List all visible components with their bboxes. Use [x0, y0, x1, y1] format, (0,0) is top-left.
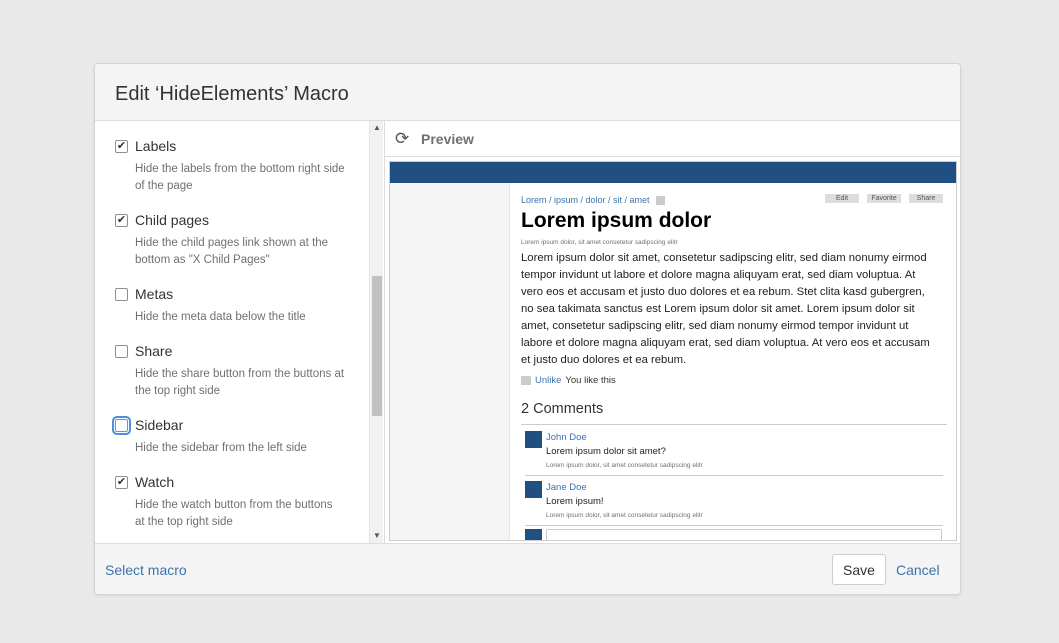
preview-content: Lorem / ipsum / dolor / sit / amet Edit …	[521, 183, 951, 540]
breadcrumb-text: Lorem / ipsum / dolor / sit / amet	[521, 195, 650, 205]
avatar	[525, 529, 542, 540]
share-checkbox[interactable]	[115, 345, 128, 358]
page-meta: Lorem ipsum dolor, sit amet consetetur s…	[521, 239, 678, 246]
save-button[interactable]: Save	[832, 554, 886, 585]
dialog-title: Edit ‘HideElements’ Macro	[115, 83, 349, 105]
comment-meta: Lorem ipsum dolor, sit amet consetetur s…	[546, 512, 703, 519]
option-label: Watch	[135, 474, 175, 490]
avatar	[525, 481, 542, 498]
options-scrollbar[interactable]: ▲ ▼	[369, 121, 383, 543]
refresh-icon[interactable]: ⟳	[395, 130, 409, 147]
comments-divider	[521, 424, 947, 425]
option-description: Hide the meta data below the title	[135, 311, 306, 323]
scrollbar-thumb[interactable]	[372, 276, 382, 416]
preview-pane: ⟳ Preview Lorem / ipsum / dolor / sit / …	[384, 121, 960, 543]
dialog-footer: Select macro Save Cancel	[95, 543, 960, 594]
preview-favorite-button: Favorite	[867, 194, 901, 203]
page-title: Lorem ipsum dolor	[521, 209, 712, 232]
select-macro-link[interactable]: Select macro	[105, 562, 187, 578]
child-pages-checkbox[interactable]: ✔	[115, 214, 128, 227]
options-list: ✔ Labels Hide the labels from the bottom…	[95, 121, 383, 543]
comment-item: Jane Doe Lorem ipsum! Lorem ipsum dolor,…	[525, 476, 943, 526]
cancel-button[interactable]: Cancel	[896, 562, 940, 578]
dialog-header: Edit ‘HideElements’ Macro	[95, 64, 960, 121]
option-label: Sidebar	[135, 417, 184, 433]
option-description: Hide the share button from the buttons a…	[135, 368, 345, 397]
comment-author: John Doe	[546, 432, 587, 443]
preview-title: Preview	[421, 131, 474, 147]
comment-item: John Doe Lorem ipsum dolor sit amet? Lor…	[525, 426, 943, 476]
watch-checkbox[interactable]: ✔	[115, 476, 128, 489]
comment-text: Lorem ipsum!	[546, 496, 604, 507]
sidebar-checkbox[interactable]	[112, 416, 131, 435]
option-description: Hide the sidebar from the left side	[135, 442, 307, 454]
reply-input	[546, 529, 942, 540]
comments-heading: 2 Comments	[521, 401, 604, 417]
option-label: Labels	[135, 138, 177, 154]
labels-checkbox[interactable]: ✔	[115, 140, 128, 153]
preview-sidebar	[390, 183, 510, 540]
scroll-up-arrow-icon[interactable]: ▲	[370, 121, 384, 135]
scroll-down-arrow-icon[interactable]: ▼	[370, 529, 384, 543]
breadcrumb: Lorem / ipsum / dolor / sit / amet	[521, 195, 665, 206]
page-body: Lorem ipsum dolor sit amet, consetetur s…	[521, 252, 930, 366]
comment-divider	[525, 525, 943, 526]
you-like-text: You like this	[565, 375, 616, 386]
option-description: Hide the labels from the bottom right si…	[135, 163, 345, 192]
preview-frame: Lorem / ipsum / dolor / sit / amet Edit …	[389, 161, 957, 541]
preview-share-button: Share	[909, 194, 943, 203]
option-label: Child pages	[135, 212, 209, 228]
option-label: Metas	[135, 286, 174, 302]
like-icon	[521, 375, 531, 385]
option-label: Share	[135, 343, 173, 359]
avatar	[525, 431, 542, 448]
preview-topbar	[390, 162, 956, 183]
unlike-link: Unlike	[535, 375, 562, 386]
metas-checkbox[interactable]	[115, 288, 128, 301]
comment-author: Jane Doe	[546, 482, 587, 493]
macro-dialog: Edit ‘HideElements’ Macro ✔ Labels Hide …	[94, 63, 961, 595]
preview-header: ⟳ Preview	[385, 121, 960, 157]
breadcrumb-icon	[655, 196, 665, 206]
preview-edit-button: Edit	[825, 194, 859, 203]
comment-meta: Lorem ipsum dolor, sit amet consetetur s…	[546, 462, 703, 469]
like-row: Unlike You like this	[521, 375, 616, 386]
option-description: Hide the watch button from the buttons a…	[135, 499, 333, 528]
option-description: Hide the child pages link shown at the b…	[135, 237, 329, 266]
comment-text: Lorem ipsum dolor sit amet?	[546, 446, 666, 457]
